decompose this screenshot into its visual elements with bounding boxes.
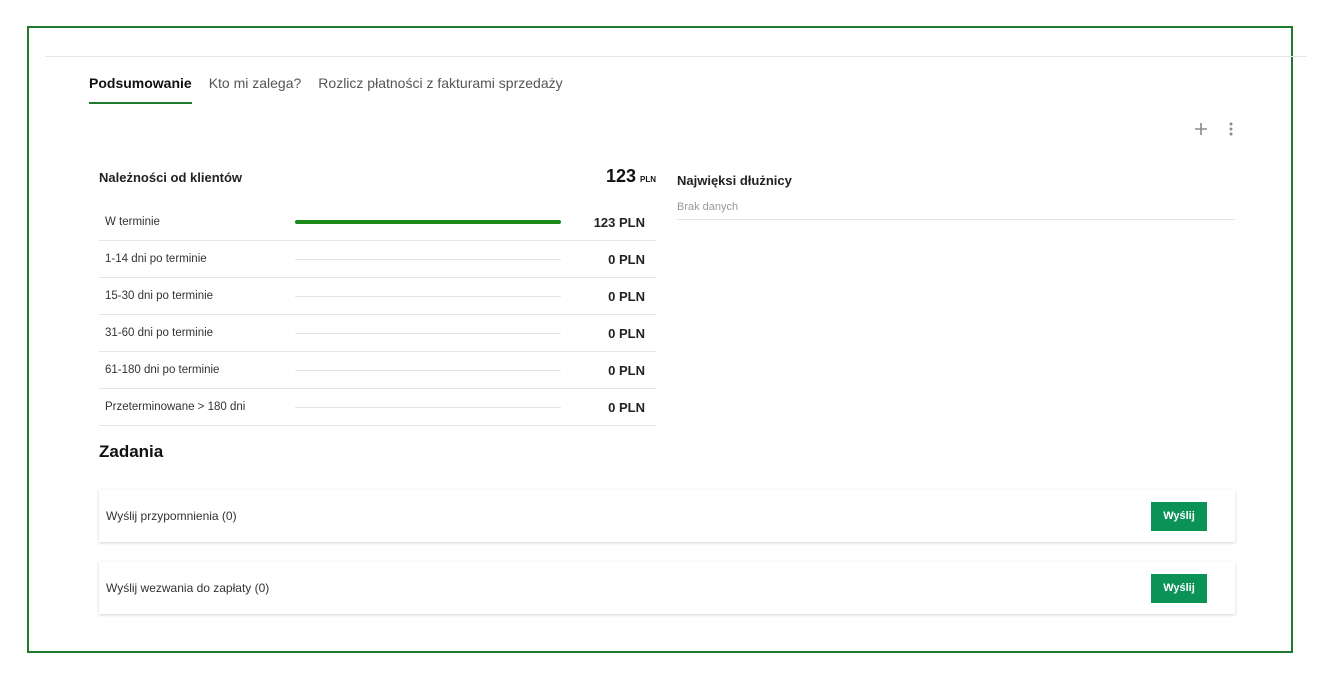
kebab-menu-icon[interactable] [1223, 120, 1239, 138]
aging-row-amount: 0 PLN [608, 325, 645, 341]
aging-row-label: 31-60 dni po terminie [105, 327, 214, 339]
aging-row-label: 61-180 dni po terminie [105, 364, 220, 376]
plus-icon[interactable] [1193, 120, 1209, 138]
aging-row-bar [295, 406, 561, 408]
total-value: 123 [605, 166, 636, 186]
aging-row-amount: 0 PLN [608, 251, 645, 267]
aging-row-amount: 0 PLN [608, 362, 645, 378]
aging-row-label: Przeterminowane > 180 dni [105, 401, 246, 413]
task-label: Wyślij przypomnienia (0) [106, 509, 237, 523]
top-debtors-panel: Najwięksi dłużnicy Brak danych [677, 166, 1235, 220]
no-data-text: Brak danych [677, 196, 1235, 220]
tab-bar: Podsumowanie Kto mi zalega? Rozlicz płat… [89, 72, 580, 104]
aging-row-amount: 0 PLN [608, 288, 645, 304]
tasks-title: Zadania [99, 442, 164, 461]
aging-row: 61-180 dni po terminie 0 PLN [99, 352, 656, 389]
aging-row-bar [295, 220, 561, 224]
aging-row-fill [295, 220, 561, 224]
task-card-payment-demands: Wyślij wezwania do zapłaty (0) Wyślij [99, 562, 1235, 614]
aging-row-amount: 0 PLN [608, 399, 645, 415]
content-frame: Podsumowanie Kto mi zalega? Rozlicz płat… [27, 26, 1307, 653]
aging-row: W terminie 123 PLN [99, 204, 656, 241]
top-divider [45, 56, 1307, 57]
aging-row-bar [295, 295, 561, 297]
aging-row: Przeterminowane > 180 dni 0 PLN [99, 389, 656, 426]
top-debtors-title: Najwięksi dłużnicy [677, 173, 792, 188]
aging-rows: W terminie 123 PLN 1-14 dni po terminie … [99, 204, 656, 426]
total-currency: PLN [640, 175, 656, 184]
aging-row-label: W terminie [105, 216, 160, 228]
aging-row-bar [295, 332, 561, 334]
task-card-reminders: Wyślij przypomnienia (0) Wyślij [99, 490, 1235, 542]
aging-row-amount: 123 PLN [593, 214, 645, 230]
tab-who-owes[interactable]: Kto mi zalega? [209, 72, 302, 104]
task-label: Wyślij wezwania do zapłaty (0) [106, 581, 270, 595]
receivables-title: Należności od klientów [99, 170, 243, 185]
aging-row: 1-14 dni po terminie 0 PLN [99, 241, 656, 278]
aging-row-label: 1-14 dni po terminie [105, 253, 207, 265]
aging-row: 31-60 dni po terminie 0 PLN [99, 315, 656, 352]
send-payment-demands-button[interactable]: Wyślij [1151, 573, 1207, 603]
widget-actions [1193, 120, 1239, 138]
aging-row-label: 15-30 dni po terminie [105, 290, 214, 302]
receivables-total: 123 PLN [606, 166, 656, 187]
tab-reconcile-payments[interactable]: Rozlicz płatności z fakturami sprzedaży [318, 72, 562, 104]
tab-summary[interactable]: Podsumowanie [89, 72, 192, 104]
send-reminders-button[interactable]: Wyślij [1151, 501, 1207, 531]
aging-row: 15-30 dni po terminie 0 PLN [99, 278, 656, 315]
aging-row-bar [295, 258, 561, 260]
receivables-panel: Należności od klientów 123 PLN W terminie… [99, 166, 656, 426]
aging-row-bar [295, 369, 561, 371]
